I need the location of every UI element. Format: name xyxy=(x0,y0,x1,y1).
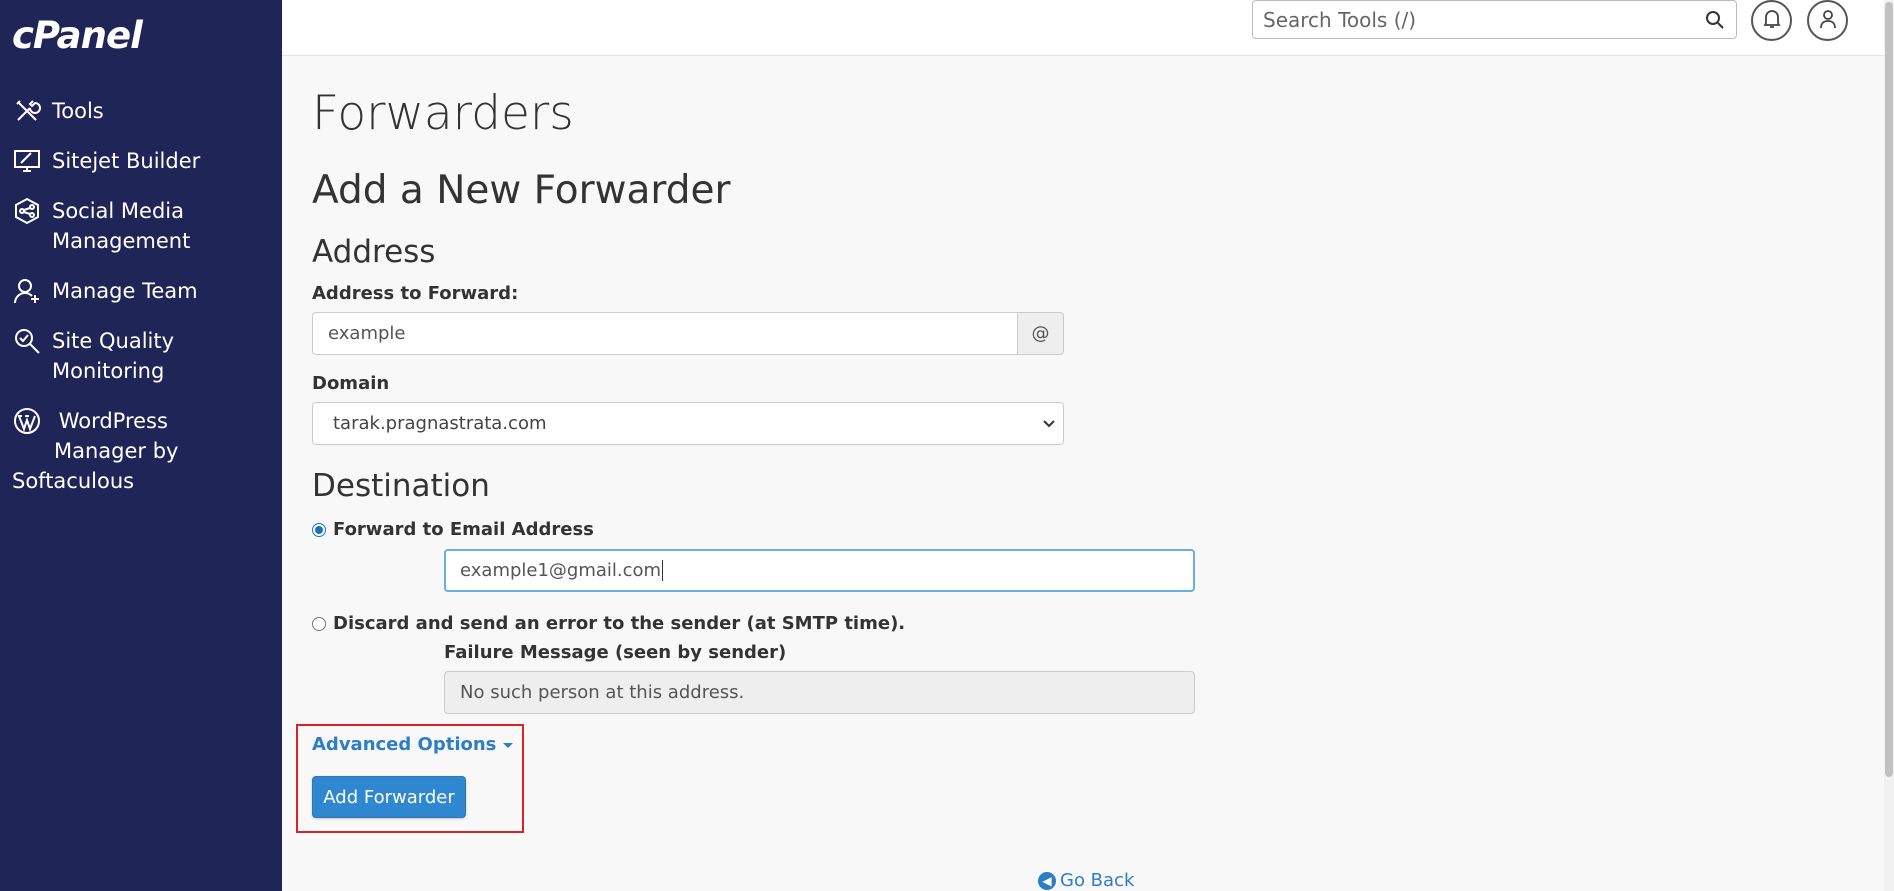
social-media-icon xyxy=(12,196,42,226)
sidebar-item-label: Tools xyxy=(52,99,104,123)
user-icon xyxy=(1818,9,1838,33)
sidebar-item-label: Social Media Management xyxy=(52,199,191,253)
tools-icon xyxy=(12,96,42,126)
address-label: Address to Forward: xyxy=(312,283,519,304)
scrollbar-thumb[interactable] xyxy=(1885,2,1893,777)
discard-radio[interactable] xyxy=(312,616,326,631)
chevron-down-icon xyxy=(1041,415,1057,431)
sidebar-item-wordpress[interactable]: WordPress Manager by Softaculous xyxy=(0,406,282,496)
page-scrollbar[interactable] xyxy=(1884,0,1894,891)
arrow-left-circle-icon: ◀ xyxy=(1038,871,1056,890)
sidebar-item-social-media[interactable]: Social Media Management xyxy=(0,196,282,256)
forward-email-value: example1@gmail.com xyxy=(460,560,662,581)
sidebar-item-sitejet-builder[interactable]: Sitejet Builder xyxy=(0,146,282,176)
discard-option[interactable]: Discard and send an error to the sender … xyxy=(312,613,905,634)
forward-radio[interactable] xyxy=(312,522,326,537)
sidebar-item-label: Site Quality Monitoring xyxy=(52,329,175,383)
sidebar-nav: Tools Sitejet Builder Social Media Manage… xyxy=(0,96,282,516)
search-icon[interactable] xyxy=(1700,5,1730,35)
manage-team-icon xyxy=(12,276,42,306)
failure-message-value: No such person at this address. xyxy=(460,682,745,703)
failure-message-label: Failure Message (seen by sender) xyxy=(444,642,787,663)
search-box xyxy=(1252,0,1737,39)
sidebar: cPanel Tools Sitejet Builder Social Medi… xyxy=(0,0,282,891)
address-heading: Address xyxy=(312,234,436,270)
address-input[interactable] xyxy=(312,312,1017,355)
top-bar xyxy=(282,0,1894,56)
bell-icon xyxy=(1763,9,1781,33)
domain-select[interactable]: tarak.pragnastrata.com xyxy=(312,402,1064,445)
text-caret xyxy=(662,560,664,581)
user-menu-button[interactable] xyxy=(1807,0,1848,41)
destination-heading: Destination xyxy=(312,468,490,504)
go-back-label: Go Back xyxy=(1060,870,1135,891)
section-title: Add a New Forwarder xyxy=(312,168,731,213)
notifications-button[interactable] xyxy=(1751,0,1792,41)
failure-message-input[interactable]: No such person at this address. xyxy=(444,671,1195,714)
domain-label: Domain xyxy=(312,373,390,394)
sidebar-item-label: Manage Team xyxy=(52,279,198,303)
site-quality-icon xyxy=(12,326,42,356)
at-addon: @ xyxy=(1017,312,1064,355)
forward-option[interactable]: Forward to Email Address xyxy=(312,519,594,540)
discard-label: Discard and send an error to the sender … xyxy=(333,613,906,634)
sitejet-icon xyxy=(12,146,42,176)
forward-label: Forward to Email Address xyxy=(333,519,594,540)
advanced-options-toggle[interactable]: Advanced Options xyxy=(312,734,514,755)
sidebar-item-manage-team[interactable]: Manage Team xyxy=(0,276,282,306)
add-forwarder-button[interactable]: Add Forwarder xyxy=(312,776,466,818)
address-input-group: @ xyxy=(312,312,1064,355)
page-title: Forwarders xyxy=(312,86,574,141)
sidebar-item-site-quality[interactable]: Site Quality Monitoring xyxy=(0,326,282,386)
sidebar-item-tools[interactable]: Tools xyxy=(0,96,282,126)
forward-email-input[interactable]: example1@gmail.com xyxy=(444,549,1195,592)
wordpress-icon xyxy=(12,406,42,436)
search-input[interactable] xyxy=(1253,1,1700,38)
sidebar-item-label: Sitejet Builder xyxy=(52,149,201,173)
go-back-link[interactable]: ◀ Go Back xyxy=(1038,870,1134,891)
domain-selected-value: tarak.pragnastrata.com xyxy=(333,413,547,434)
cpanel-logo[interactable]: cPanel xyxy=(12,14,143,57)
advanced-options-label: Advanced Options xyxy=(312,734,497,755)
caret-down-icon xyxy=(503,743,514,748)
